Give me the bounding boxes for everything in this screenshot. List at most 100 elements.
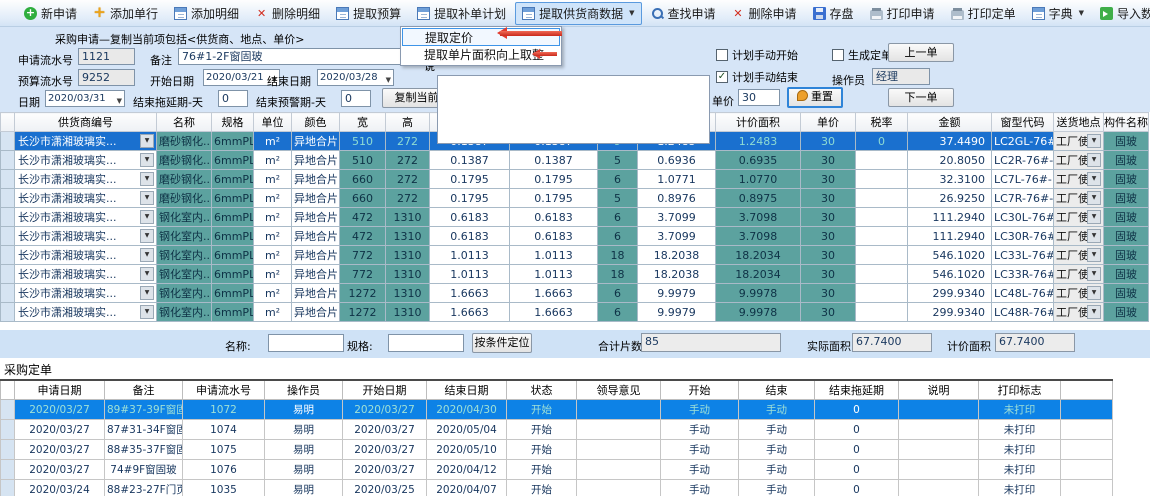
end-date-combo[interactable]: 2020/03/28▼ bbox=[317, 69, 394, 86]
toolbar-button-8[interactable]: 查找申请 bbox=[644, 2, 723, 25]
column-header[interactable]: 宽 bbox=[340, 113, 386, 132]
toolbar-button-7[interactable]: 提取供货商数据▼ bbox=[515, 2, 641, 25]
end-delay-field[interactable]: 0 bbox=[218, 90, 248, 107]
table-row[interactable]: 长沙市潇湘玻璃实...▼钢化室内..6mmPLE..m²异地合片12721310… bbox=[1, 303, 1149, 322]
row-selector[interactable] bbox=[1, 284, 15, 303]
column-header[interactable]: 申请日期 bbox=[15, 380, 105, 400]
reset-button[interactable]: 重置 bbox=[787, 87, 843, 108]
table-row[interactable]: 长沙市潇湘玻璃实...▼钢化室内..6mmPLE..m²异地合片47213100… bbox=[1, 208, 1149, 227]
column-header[interactable]: 供货商编号 bbox=[15, 113, 157, 132]
toolbar-button-1[interactable]: 新申请 bbox=[17, 2, 84, 25]
column-header[interactable]: 状态 bbox=[507, 380, 577, 400]
table-row[interactable]: 长沙市潇湘玻璃实...▼磨砂钢化..6mmPLE..m²异地合片5102720.… bbox=[1, 151, 1149, 170]
row-selector[interactable] bbox=[1, 246, 15, 265]
row-selector[interactable] bbox=[1, 303, 15, 322]
column-header[interactable]: 计价面积 bbox=[716, 113, 801, 132]
supplier-dropdown-icon[interactable]: ▼ bbox=[140, 191, 154, 205]
prev-order-button[interactable]: 上一单 bbox=[888, 43, 954, 62]
supplier-dropdown-icon[interactable]: ▼ bbox=[140, 305, 154, 319]
column-header[interactable]: 申请流水号 bbox=[183, 380, 265, 400]
checkbox-icon[interactable] bbox=[716, 49, 728, 61]
chevron-down-icon[interactable]: ▼ bbox=[629, 9, 634, 17]
table-row[interactable]: 长沙市潇湘玻璃实...▼磨砂钢化..6mmPLE..m²异地合片6602720.… bbox=[1, 189, 1149, 208]
manual-start-checkbox[interactable]: 计划手动开始 bbox=[716, 47, 798, 63]
toolbar-button-6[interactable]: 提取补单计划 bbox=[410, 2, 513, 25]
column-header[interactable]: 税率 bbox=[856, 113, 908, 132]
date-combo[interactable]: 2020/03/31▼ bbox=[45, 90, 125, 107]
checkbox-icon[interactable] bbox=[832, 49, 844, 61]
row-selector[interactable] bbox=[1, 151, 15, 170]
column-header[interactable]: 开始 bbox=[661, 380, 739, 400]
supplier-dropdown-icon[interactable]: ▼ bbox=[140, 172, 154, 186]
supplier-dropdown-icon[interactable]: ▼ bbox=[140, 229, 154, 243]
column-header[interactable]: 操作员 bbox=[265, 380, 343, 400]
column-header[interactable]: 窗型代码 bbox=[992, 113, 1054, 132]
row-selector[interactable] bbox=[1, 227, 15, 246]
column-header[interactable]: 备注 bbox=[105, 380, 183, 400]
row-selector[interactable] bbox=[1, 170, 15, 189]
delivery-dropdown-icon[interactable]: ▼ bbox=[1087, 210, 1101, 224]
manual-end-checkbox[interactable]: ✓ 计划手动结束 bbox=[716, 69, 798, 85]
row-selector[interactable] bbox=[1, 480, 15, 496]
row-selector[interactable] bbox=[1, 400, 15, 420]
table-row[interactable]: 2020/03/2774#9F窗固玻1076易明2020/03/272020/0… bbox=[1, 460, 1113, 480]
toolbar-button-12[interactable]: 打印定单 bbox=[944, 2, 1023, 25]
remark-field[interactable]: 76#1-2F窗固玻 bbox=[178, 48, 428, 65]
column-header[interactable]: 打印标志 bbox=[979, 380, 1061, 400]
toolbar-button-13[interactable]: 字典▼ bbox=[1025, 2, 1091, 25]
table-row[interactable]: 2020/03/2787#31-34F窗固玻1074易明2020/03/2720… bbox=[1, 420, 1113, 440]
apply-no-field[interactable]: 1121 bbox=[78, 48, 135, 65]
delivery-dropdown-icon[interactable]: ▼ bbox=[1087, 191, 1101, 205]
locate-button[interactable]: 按条件定位 bbox=[472, 333, 532, 353]
column-header[interactable]: 规格 bbox=[212, 113, 254, 132]
supplier-dropdown-icon[interactable]: ▼ bbox=[140, 248, 154, 262]
row-selector[interactable] bbox=[1, 265, 15, 284]
row-selector[interactable] bbox=[1, 420, 15, 440]
table-row[interactable]: 长沙市潇湘玻璃实...▼磨砂钢化..6mmPLE..m²异地合片6602720.… bbox=[1, 170, 1149, 189]
table-row[interactable]: 2020/03/2788#35-37F窗固玻1075易明2020/03/2720… bbox=[1, 440, 1113, 460]
delivery-dropdown-icon[interactable]: ▼ bbox=[1087, 134, 1101, 148]
checkbox-checked-icon[interactable]: ✓ bbox=[716, 71, 728, 83]
table-row[interactable]: 长沙市潇湘玻璃实...▼钢化室内..6mmPLE..m²异地合片77213101… bbox=[1, 265, 1149, 284]
table-row[interactable]: 长沙市潇湘玻璃实...▼钢化室内..6mmPLE..m²异地合片77213101… bbox=[1, 246, 1149, 265]
chevron-down-icon[interactable]: ▼ bbox=[386, 73, 391, 88]
column-header[interactable]: 构件名称 bbox=[1104, 113, 1149, 132]
note-textarea[interactable] bbox=[437, 75, 710, 144]
row-selector[interactable] bbox=[1, 440, 15, 460]
toolbar-button-2[interactable]: 添加单行 bbox=[86, 2, 165, 25]
column-header[interactable]: 结束 bbox=[739, 380, 815, 400]
delivery-dropdown-icon[interactable]: ▼ bbox=[1087, 153, 1101, 167]
toolbar-button-3[interactable]: 添加明细 bbox=[167, 2, 246, 25]
table-row[interactable]: 长沙市潇湘玻璃实...▼钢化室内..6mmPLE..m²异地合片47213100… bbox=[1, 227, 1149, 246]
column-header[interactable]: 开始日期 bbox=[343, 380, 427, 400]
delivery-dropdown-icon[interactable]: ▼ bbox=[1087, 286, 1101, 300]
row-selector[interactable] bbox=[1, 460, 15, 480]
supplier-dropdown-icon[interactable]: ▼ bbox=[140, 267, 154, 281]
column-header[interactable]: 单位 bbox=[254, 113, 292, 132]
toolbar-button-10[interactable]: 存盘 bbox=[806, 2, 861, 25]
delivery-dropdown-icon[interactable]: ▼ bbox=[1087, 305, 1101, 319]
delivery-dropdown-icon[interactable]: ▼ bbox=[1087, 229, 1101, 243]
supplier-dropdown-icon[interactable]: ▼ bbox=[140, 210, 154, 224]
end-warn-field[interactable]: 0 bbox=[341, 90, 371, 107]
column-header[interactable]: 金额 bbox=[908, 113, 992, 132]
toolbar-button-4[interactable]: 删除明细 bbox=[248, 2, 327, 25]
filter-name-input[interactable] bbox=[268, 334, 344, 352]
chevron-down-icon[interactable]: ▼ bbox=[1079, 9, 1084, 17]
column-header[interactable]: 送货地点 bbox=[1054, 113, 1104, 132]
budget-no-field[interactable]: 9252 bbox=[78, 69, 135, 86]
column-header[interactable]: 说明 bbox=[899, 380, 979, 400]
price-field[interactable]: 30 bbox=[738, 89, 780, 106]
operator-field[interactable]: 经理 bbox=[872, 68, 930, 85]
row-selector[interactable] bbox=[1, 208, 15, 227]
toolbar-button-11[interactable]: 打印申请 bbox=[863, 2, 942, 25]
column-header[interactable]: 单价 bbox=[801, 113, 856, 132]
column-header[interactable]: 颜色 bbox=[292, 113, 340, 132]
column-header[interactable]: 结束拖延期 bbox=[815, 380, 899, 400]
delivery-dropdown-icon[interactable]: ▼ bbox=[1087, 248, 1101, 262]
column-header[interactable]: 结束日期 bbox=[427, 380, 507, 400]
table-row[interactable]: 2020/03/2488#23-27F门页玻1035易明2020/03/2520… bbox=[1, 480, 1113, 496]
filter-spec-input[interactable] bbox=[388, 334, 464, 352]
column-header[interactable]: 名称 bbox=[157, 113, 212, 132]
toolbar-button-5[interactable]: 提取预算 bbox=[329, 2, 408, 25]
